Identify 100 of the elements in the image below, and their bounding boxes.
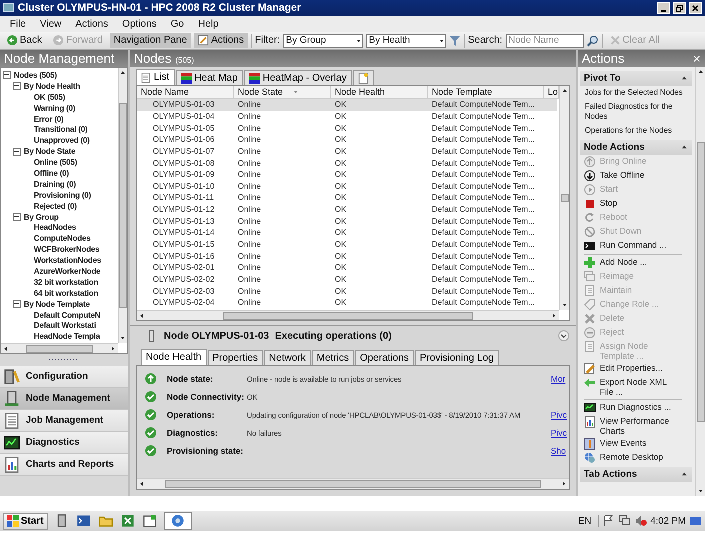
tree-item[interactable]: Draining (0) <box>34 180 76 189</box>
collapse-icon[interactable] <box>13 82 21 90</box>
tree-item[interactable]: Offline (0) <box>34 168 70 178</box>
action-item[interactable]: Export Node XML File ... <box>580 376 680 398</box>
menu-item[interactable]: Go <box>164 18 190 30</box>
menu-item[interactable]: Actions <box>70 18 114 30</box>
view-tab[interactable]: Heat Map <box>176 70 243 85</box>
dropdown-arrow-icon[interactable] <box>356 38 362 44</box>
table-row[interactable]: OLYMPUS-01-03 Online OK Default ComputeNode Tem... <box>137 99 557 111</box>
action-item[interactable]: Run Command ... <box>580 239 667 253</box>
scroll-left-icon[interactable] <box>139 481 145 487</box>
table-row[interactable]: OLYMPUS-01-04 Online OK Default ComputeNode Tem... <box>137 110 557 122</box>
collapse-icon[interactable] <box>13 148 21 156</box>
menu-item[interactable]: Options <box>116 18 163 30</box>
action-item[interactable]: Take Offline <box>580 169 645 183</box>
close-button[interactable] <box>689 2 702 14</box>
scroll-up-icon[interactable] <box>698 69 704 75</box>
column-header[interactable]: Node Name <box>137 86 234 99</box>
scroll-down-icon[interactable] <box>120 335 126 341</box>
tree-item[interactable]: Provisioning (0) <box>34 190 92 200</box>
collapse-icon[interactable] <box>681 471 688 478</box>
tree-item[interactable]: HeadNode Templa <box>34 332 100 342</box>
tree-item[interactable]: Rejected (0) <box>34 202 77 211</box>
search-field[interactable]: Node Name <box>506 34 584 48</box>
tree-item[interactable]: Warning (0) <box>34 104 76 113</box>
navigation-pane-button[interactable]: Navigation Pane <box>110 33 192 48</box>
tree-item[interactable]: Transitional (0) <box>34 125 88 134</box>
scroll-left-icon[interactable] <box>3 346 9 352</box>
detail-link[interactable]: Pivc <box>551 428 568 438</box>
section-header[interactable]: Tab Actions <box>580 467 692 482</box>
tree-item[interactable]: By Group <box>24 212 59 222</box>
close-icon[interactable] <box>693 54 701 62</box>
show-desktop-icon[interactable] <box>690 515 702 527</box>
search-icon[interactable] <box>586 34 599 46</box>
nav-button[interactable]: Charts and Reports <box>0 454 128 476</box>
pivot-link[interactable]: Operations for the Nodes <box>580 124 672 138</box>
health-dropdown[interactable]: By Health <box>366 34 446 48</box>
tree-item[interactable]: Default ComputeN <box>34 310 101 320</box>
language-indicator[interactable]: EN <box>578 516 592 526</box>
tree-item[interactable]: AzureWorkerNode <box>34 266 101 276</box>
detail-tab[interactable]: Network <box>264 350 311 365</box>
cluster-icon[interactable] <box>170 514 185 528</box>
pivot-link[interactable]: Failed Diagnostics for the Nodes <box>580 100 688 124</box>
taskbar-button[interactable] <box>164 512 192 530</box>
scroll-left-icon[interactable] <box>139 312 145 318</box>
detail-tab[interactable]: Properties <box>208 350 264 365</box>
back-button[interactable]: Back <box>3 33 46 48</box>
view-tab[interactable] <box>352 70 374 85</box>
tree-item[interactable]: WorkstationNodes <box>34 256 102 266</box>
tree-item[interactable]: Unapproved (0) <box>34 136 90 146</box>
window-icon[interactable] <box>142 514 157 528</box>
detail-link[interactable]: Sho <box>551 446 566 456</box>
column-header[interactable]: Node State <box>234 86 331 99</box>
menu-item[interactable]: Help <box>192 18 225 30</box>
terminal-icon[interactable] <box>76 514 91 528</box>
detail-link[interactable]: Pivc <box>551 410 568 420</box>
action-item[interactable]: Stop <box>580 197 618 211</box>
section-header[interactable]: Node Actions <box>580 140 692 155</box>
menu-item[interactable]: View <box>34 18 68 30</box>
action-item[interactable]: Add Node ... <box>580 256 648 270</box>
detail-tab[interactable]: Provisioning Log <box>415 350 499 365</box>
collapse-icon[interactable] <box>13 300 21 308</box>
network-icon[interactable] <box>618 515 631 527</box>
tree-item[interactable]: Online (505) <box>34 158 78 168</box>
action-item[interactable]: Edit Properties... <box>580 362 663 376</box>
nav-button[interactable]: Diagnostics <box>0 432 128 454</box>
column-header[interactable]: Lo <box>544 86 559 99</box>
dropdown-arrow-icon[interactable] <box>439 38 446 44</box>
collapse-icon[interactable] <box>681 75 688 82</box>
restore-button[interactable] <box>673 2 686 14</box>
pivot-link[interactable]: Jobs for the Selected Nodes <box>580 86 683 100</box>
tree-item[interactable]: OK (505) <box>34 92 66 102</box>
menu-item[interactable]: File <box>4 18 32 30</box>
detail-tab[interactable]: Operations <box>355 350 414 365</box>
collapse-icon[interactable] <box>558 330 570 342</box>
view-tab[interactable]: List <box>136 69 175 85</box>
view-tab[interactable]: HeatMap - Overlay <box>244 70 352 85</box>
tree-item[interactable]: By Node State <box>24 147 76 156</box>
action-item[interactable]: View Performance Charts <box>580 415 680 437</box>
tree-item[interactable]: Default Workstati <box>34 321 96 330</box>
tree-item[interactable]: By Node Template <box>24 300 90 309</box>
scroll-right-icon[interactable] <box>561 481 567 487</box>
tree-item[interactable]: Error (0) <box>34 114 64 124</box>
action-item[interactable]: Remote Desktop <box>580 451 664 465</box>
clock[interactable]: 4:02 PM <box>650 516 686 526</box>
tree-item[interactable]: By Node Health <box>24 82 80 91</box>
group-dropdown[interactable]: By Group <box>283 34 364 48</box>
scroll-right-icon[interactable] <box>110 346 116 352</box>
tree-item[interactable]: 64 bit workstation <box>34 288 98 298</box>
scroll-right-icon[interactable] <box>550 312 557 318</box>
tree-item[interactable]: WCFBrokerNodes <box>34 245 100 254</box>
scroll-up-icon[interactable] <box>562 88 568 94</box>
tree-item[interactable]: HeadNodes <box>34 223 76 232</box>
column-header[interactable]: Node Health <box>331 86 428 99</box>
tree-item[interactable]: 32 bit workstation <box>34 278 98 287</box>
actions-button[interactable]: Actions <box>194 33 248 48</box>
action-item[interactable]: View Events <box>580 437 647 451</box>
spreadsheet-icon[interactable] <box>120 514 135 528</box>
nav-button[interactable]: Node Management <box>0 388 128 410</box>
action-item[interactable]: Run Diagnostics ... <box>580 401 672 415</box>
